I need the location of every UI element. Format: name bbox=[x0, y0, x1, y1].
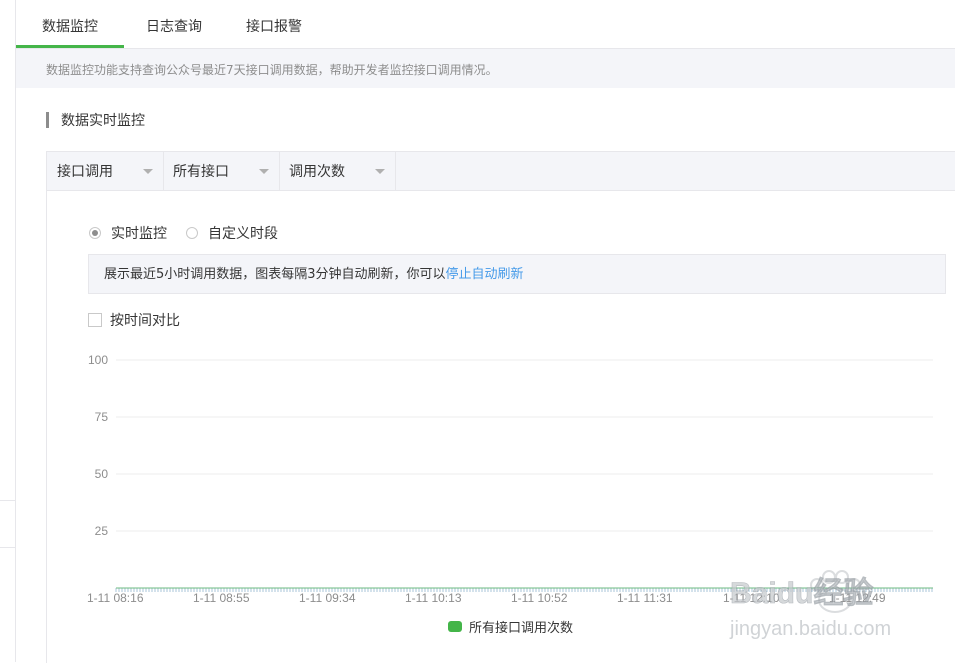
x-tick-label: 1-11 09:34 bbox=[299, 591, 356, 605]
x-tick-label: 1-11 10:52 bbox=[511, 591, 568, 605]
x-tick-label: 1-11 08:55 bbox=[193, 591, 250, 605]
legend-swatch bbox=[448, 621, 462, 632]
legend-label: 所有接口调用次数 bbox=[469, 620, 573, 636]
y-tick-label: 50 bbox=[95, 467, 109, 481]
y-tick-label: 25 bbox=[95, 524, 109, 538]
chart-grid bbox=[116, 359, 933, 532]
y-tick-label: 100 bbox=[88, 353, 108, 367]
call-count-chart: 100 75 50 25 1-11 08:16 1-11 08:55 1-11 09:34… bbox=[87, 353, 933, 636]
x-tick-label: 1-11 10:13 bbox=[405, 591, 462, 605]
x-axis-labels: 1-11 08:16 1-11 08:55 1-11 09:34 1-11 10:13… bbox=[87, 591, 886, 605]
x-tick-label: 1-11 11:31 bbox=[617, 591, 673, 605]
x-tick-label: 1-11 12:10 bbox=[723, 591, 780, 605]
x-tick-label: 1-11 12:49 bbox=[829, 591, 886, 605]
x-tick-label: 1-11 08:16 bbox=[87, 591, 144, 605]
y-axis: 100 75 50 25 bbox=[88, 353, 108, 538]
y-tick-label: 75 bbox=[95, 410, 109, 424]
chart-legend[interactable]: 所有接口调用次数 bbox=[448, 620, 573, 636]
